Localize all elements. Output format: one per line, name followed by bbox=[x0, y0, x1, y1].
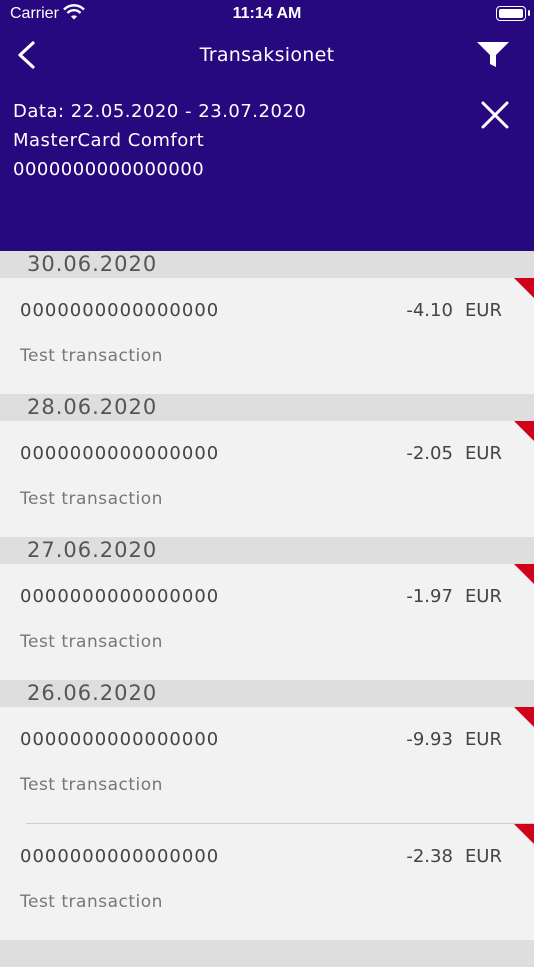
amount-currency: EUR bbox=[464, 729, 502, 750]
status-flag-icon bbox=[514, 278, 534, 298]
status-flag-icon bbox=[514, 707, 534, 727]
header: Carrier 11:14 AM Transaksionet Data: 22.… bbox=[0, 0, 534, 251]
card-name: MasterCard Comfort bbox=[13, 130, 205, 151]
transaction-description: Test transaction bbox=[20, 892, 163, 912]
transaction-account: 0000000000000000 bbox=[20, 443, 220, 464]
transaction-account: 0000000000000000 bbox=[20, 586, 220, 607]
transaction-amount: -1.97 EUR bbox=[406, 586, 502, 607]
amount-value: -2.05 bbox=[406, 443, 453, 464]
transaction-description: Test transaction bbox=[20, 632, 163, 652]
transaction-description: Test transaction bbox=[20, 775, 163, 795]
transaction-amount: -2.05 EUR bbox=[406, 443, 502, 464]
close-button[interactable] bbox=[480, 100, 510, 130]
transaction-description: Test transaction bbox=[20, 346, 163, 366]
transaction-account: 0000000000000000 bbox=[20, 729, 220, 750]
date-header: 30.06.2020 bbox=[0, 251, 534, 278]
transaction-amount: -4.10 EUR bbox=[406, 300, 502, 321]
transaction-account: 0000000000000000 bbox=[20, 300, 220, 321]
status-flag-icon bbox=[514, 421, 534, 441]
amount-value: -1.97 bbox=[406, 586, 453, 607]
filter-button[interactable] bbox=[476, 40, 510, 70]
date-header-partial bbox=[0, 940, 534, 967]
amount-value: -4.10 bbox=[406, 300, 453, 321]
amount-value: -9.93 bbox=[406, 729, 453, 750]
amount-currency: EUR bbox=[464, 443, 502, 464]
transaction-row[interactable]: 0000000000000000 -1.97 EUR Test transacti… bbox=[0, 564, 534, 680]
transaction-description: Test transaction bbox=[20, 489, 163, 509]
status-flag-icon bbox=[514, 564, 534, 584]
filter-icon bbox=[477, 42, 509, 67]
transaction-amount: -2.38 EUR bbox=[406, 846, 502, 867]
amount-value: -2.38 bbox=[406, 846, 453, 867]
transaction-row[interactable]: 0000000000000000 -4.10 EUR Test transacti… bbox=[0, 278, 534, 394]
card-number: 0000000000000000 bbox=[13, 159, 205, 180]
amount-currency: EUR bbox=[464, 846, 502, 867]
date-header: 28.06.2020 bbox=[0, 394, 534, 421]
battery-icon bbox=[496, 6, 530, 21]
date-header: 27.06.2020 bbox=[0, 537, 534, 564]
close-icon bbox=[481, 101, 509, 129]
transaction-account: 0000000000000000 bbox=[20, 846, 220, 867]
clock: 11:14 AM bbox=[232, 5, 302, 22]
date-range: Data: 22.05.2020 - 23.07.2020 bbox=[13, 101, 307, 122]
amount-currency: EUR bbox=[464, 586, 502, 607]
transaction-row[interactable]: 0000000000000000 -2.05 EUR Test transacti… bbox=[0, 421, 534, 537]
status-bar: Carrier 11:14 AM bbox=[0, 0, 534, 28]
amount-currency: EUR bbox=[464, 300, 502, 321]
transaction-row[interactable]: 0000000000000000 -9.93 EUR Test transacti… bbox=[0, 707, 534, 823]
navigation-bar: Transaksionet bbox=[0, 30, 534, 80]
transaction-amount: -9.93 EUR bbox=[406, 729, 502, 750]
date-header: 26.06.2020 bbox=[0, 680, 534, 707]
transaction-row[interactable]: 0000000000000000 -2.38 EUR Test transacti… bbox=[0, 824, 534, 940]
account-info: Data: 22.05.2020 - 23.07.2020 MasterCard… bbox=[13, 97, 306, 184]
transaction-list[interactable]: 30.06.2020 0000000000000000 -4.10 EUR Tes… bbox=[0, 251, 534, 967]
page-title: Transaksionet bbox=[199, 44, 335, 66]
status-flag-icon bbox=[514, 824, 534, 844]
